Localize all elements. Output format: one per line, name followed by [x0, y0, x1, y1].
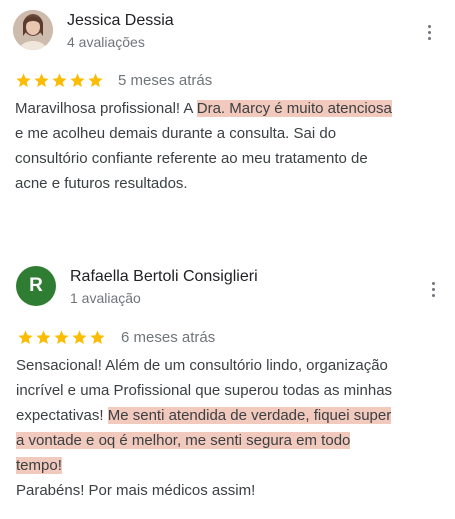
review-date: 6 meses atrás — [121, 329, 216, 346]
review-card: R Rafaella Bertoli Consiglieri 1 avaliaç… — [0, 255, 455, 519]
review-text-line: Sensacional! Além de um consultório lind… — [16, 357, 388, 374]
review-text-line: e me acolheu demais durante a consulta. … — [15, 125, 337, 142]
more-options-icon[interactable] — [421, 277, 445, 301]
star-icon — [34, 73, 49, 88]
review-count: 1 avaliação — [70, 290, 141, 306]
avatar-initial: R — [29, 275, 43, 296]
highlighted-text: Me senti atendida de verdade, fiquei sup… — [107, 407, 392, 424]
author-name[interactable]: Rafaella Bertoli Consiglieri — [70, 268, 258, 286]
review-text-line: a vontade e oq é melhor, me senti segura… — [16, 428, 392, 453]
review-text-line: expectativas! Me senti atendida de verda… — [16, 403, 392, 428]
star-icon — [36, 330, 51, 345]
star-rating — [17, 329, 106, 346]
star-rating — [15, 72, 104, 89]
review-text-line: tempo! — [16, 453, 392, 478]
highlighted-text: tempo! — [16, 457, 62, 474]
review-count: 4 avaliações — [67, 34, 145, 50]
avatar[interactable] — [13, 10, 53, 50]
text-segment: Maravilhosa profissional! A — [15, 100, 197, 117]
review-card: Jessica Dessia 4 avaliações 5 meses atrá… — [0, 0, 455, 230]
star-icon — [70, 73, 85, 88]
highlighted-text: Dra. Marcy é muito atenciosa — [196, 100, 392, 117]
star-icon — [52, 73, 67, 88]
avatar[interactable]: R — [16, 266, 56, 306]
review-date: 5 meses atrás — [118, 72, 213, 89]
star-icon — [72, 330, 87, 345]
star-icon — [16, 73, 31, 88]
star-icon — [54, 330, 69, 345]
review-text: Sensacional! Além de um consultório lind… — [16, 353, 392, 503]
star-icon — [90, 330, 105, 345]
review-text: Maravilhosa profissional! A Dra. Marcy é… — [15, 96, 392, 196]
profile-photo-icon — [13, 10, 53, 50]
more-options-icon[interactable] — [417, 20, 441, 44]
star-icon — [88, 73, 103, 88]
review-text-line: incrível e uma Profissional que superou … — [16, 382, 393, 399]
text-segment: expectativas! — [16, 407, 108, 424]
review-text-line: consultório confiante referente ao meu t… — [15, 150, 368, 167]
author-name[interactable]: Jessica Dessia — [67, 12, 174, 30]
highlighted-text: a vontade e oq é melhor, me senti segura… — [16, 432, 351, 449]
review-text-line: acne e futuros resultados. — [15, 175, 188, 192]
review-text-line: Maravilhosa profissional! A Dra. Marcy é… — [15, 96, 392, 121]
star-icon — [18, 330, 33, 345]
review-text-line: Parabéns! Por mais médicos assim! — [16, 482, 256, 499]
